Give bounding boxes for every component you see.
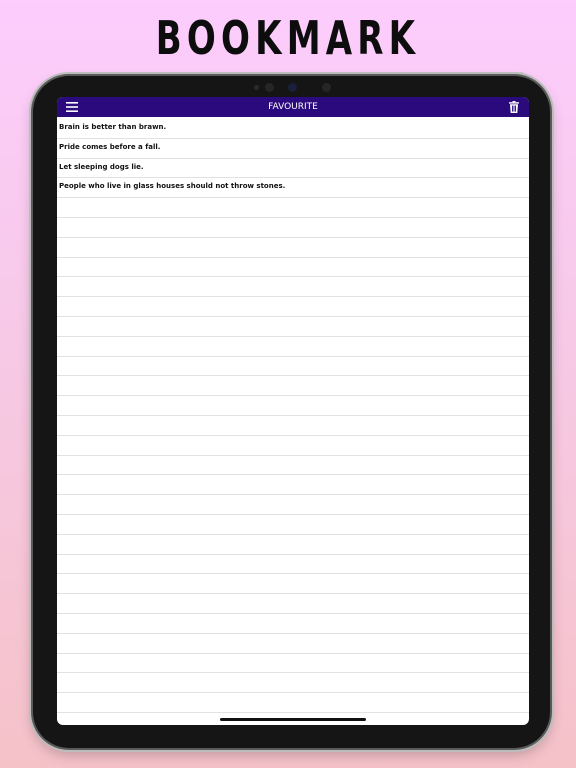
favourite-proverb-text: People who live in glass houses should n… [59, 182, 286, 191]
list-item [57, 238, 529, 258]
list-item [57, 198, 529, 218]
list-item [57, 594, 529, 614]
list-item [57, 456, 529, 476]
list-item [57, 693, 529, 713]
front-sensor [254, 85, 259, 90]
list-item [57, 376, 529, 397]
list-item[interactable]: Pride comes before a fall. [57, 139, 529, 159]
list-item [57, 475, 529, 496]
front-camera [288, 83, 297, 92]
list-item [57, 436, 529, 456]
front-sensor [265, 83, 274, 92]
list-item [57, 515, 529, 535]
list-item [57, 396, 529, 416]
list-item [57, 357, 529, 377]
list-item [57, 258, 529, 278]
hamburger-menu-icon[interactable] [66, 102, 78, 112]
list-item [57, 317, 529, 337]
favourite-proverb-text: Pride comes before a fall. [59, 142, 161, 151]
list-item [57, 337, 529, 357]
list-item [57, 297, 529, 317]
list-item [57, 574, 529, 595]
home-indicator[interactable] [220, 718, 366, 721]
app-screen: FAVOURITE Brain is better than brawn. Pri… [57, 97, 529, 725]
list-item [57, 634, 529, 654]
list-item[interactable]: Brain is better than brawn. [57, 119, 529, 139]
list-item [57, 416, 529, 436]
list-item[interactable]: Let sleeping dogs lie. [57, 159, 529, 179]
nav-title: FAVOURITE [268, 102, 318, 112]
list-item[interactable]: People who live in glass houses should n… [57, 178, 529, 199]
page-headline: BOOKMARK [155, 11, 421, 65]
list-item [57, 535, 529, 555]
list-item [57, 614, 529, 634]
list-item [57, 555, 529, 575]
front-sensor [322, 83, 331, 92]
nav-bar: FAVOURITE [57, 97, 529, 117]
list-item [57, 277, 529, 298]
favourite-proverb-text: Brain is better than brawn. [59, 123, 167, 131]
trash-icon[interactable] [509, 101, 519, 113]
favourite-proverb-text: Let sleeping dogs lie. [59, 162, 144, 171]
list-item [57, 218, 529, 238]
list-item [57, 654, 529, 674]
list-item [57, 495, 529, 515]
list-item [57, 673, 529, 694]
